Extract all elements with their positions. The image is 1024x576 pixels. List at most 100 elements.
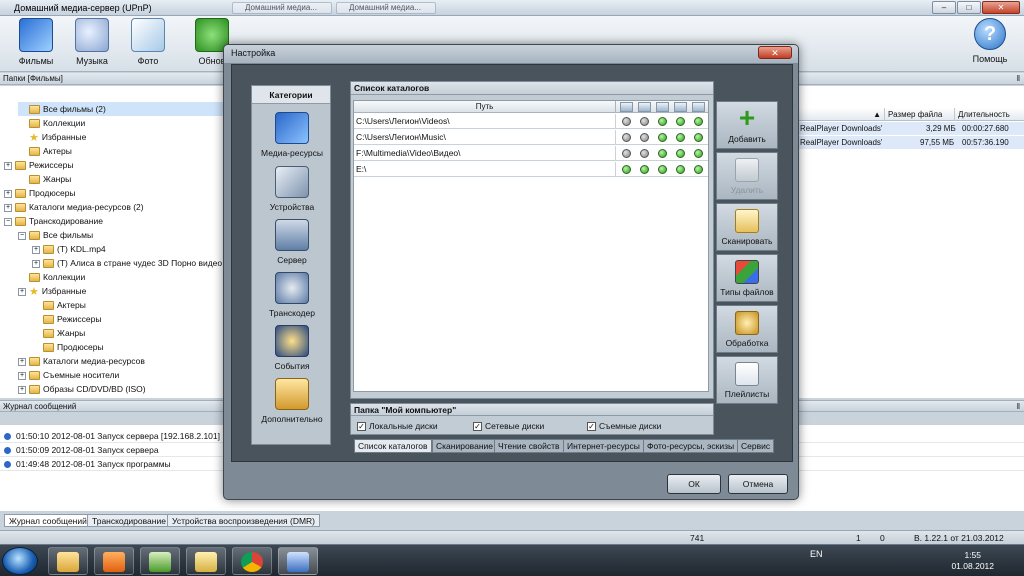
status-dot-icon[interactable] xyxy=(640,117,649,126)
status-dot-icon[interactable] xyxy=(640,165,649,174)
clock[interactable]: 1:55 01.08.2012 xyxy=(951,550,994,572)
tab-photo-resources[interactable]: Фото-ресурсы, эскизы xyxy=(643,439,739,453)
close-button[interactable]: ✕ xyxy=(982,1,1020,14)
tree-item[interactable]: Продюсеры xyxy=(32,340,233,354)
pin-icon[interactable]: ‖ xyxy=(1017,401,1020,412)
category-transcoder[interactable]: Транскодер xyxy=(252,272,332,318)
status-dot-icon[interactable] xyxy=(640,133,649,142)
file-list[interactable]: ▲ Размер файла Длительность RealPlayer D… xyxy=(796,86,1024,398)
expand-icon[interactable]: + xyxy=(4,161,12,170)
category-events[interactable]: События xyxy=(252,325,332,371)
tree-item[interactable]: − Транскодирование xyxy=(4,214,233,228)
category-media[interactable]: Медиа-ресурсы xyxy=(252,112,332,158)
tree-item[interactable]: + (T) Алиса в стране чудес 3D Порно видео… xyxy=(32,256,233,270)
status-dot-icon[interactable] xyxy=(658,165,667,174)
tab-scanning[interactable]: Сканирование xyxy=(432,439,497,453)
taskbar-chrome[interactable] xyxy=(232,547,272,575)
folder-tree[interactable]: Все фильмы (2) Коллекции ★ Избранные Актеры +… xyxy=(0,86,234,398)
scan-button[interactable]: Сканировать xyxy=(716,203,778,251)
expand-icon[interactable]: + xyxy=(18,287,26,296)
tree-item[interactable]: + Образы CD/DVD/BD (ISO) xyxy=(18,382,233,396)
category-advanced[interactable]: Дополнительно xyxy=(252,378,332,424)
expand-icon[interactable]: + xyxy=(4,189,12,198)
start-button[interactable] xyxy=(2,547,38,575)
expand-icon[interactable]: + xyxy=(18,385,26,394)
flag-col-icon[interactable] xyxy=(674,102,687,112)
list-row[interactable]: RealPlayer Downloads' 97,55 МБ 00:57:36.… xyxy=(796,136,1024,149)
status-dot-icon[interactable] xyxy=(658,149,667,158)
taskbar-explorer[interactable] xyxy=(48,547,88,575)
catalog-table[interactable]: Путь C:\Users\Легион\Videos\ C:\Users\Лег… xyxy=(353,100,709,392)
expand-icon[interactable]: + xyxy=(18,357,26,366)
add-button[interactable]: + Добавить xyxy=(716,101,778,149)
status-dot-icon[interactable] xyxy=(676,165,685,174)
tree-item[interactable]: Актеры xyxy=(18,144,233,158)
collapse-icon[interactable]: − xyxy=(4,217,12,226)
tree-item[interactable]: − Все фильмы xyxy=(18,228,233,242)
tab-journal[interactable]: Журнал сообщений xyxy=(4,514,92,527)
tree-item[interactable]: Актеры xyxy=(32,298,233,312)
status-dot-icon[interactable] xyxy=(694,117,703,126)
help-button[interactable]: ? Помощь xyxy=(962,18,1018,64)
taskbar-folder[interactable] xyxy=(186,547,226,575)
delete-button[interactable]: Удалить xyxy=(716,152,778,200)
file-types-button[interactable]: Типы файлов xyxy=(716,254,778,302)
collapse-icon[interactable]: − xyxy=(18,231,26,240)
status-dot-icon[interactable] xyxy=(694,133,703,142)
ok-button[interactable]: ОК xyxy=(667,474,721,494)
flag-col-icon[interactable] xyxy=(638,102,651,112)
tab-service[interactable]: Сервис xyxy=(737,439,775,453)
maximize-button[interactable]: □ xyxy=(957,1,981,14)
tree-item[interactable]: + (T) KDL.mp4 xyxy=(32,242,233,256)
photo-button[interactable]: Фото xyxy=(120,18,176,66)
music-button[interactable]: Музыка xyxy=(64,18,120,66)
expand-icon[interactable]: + xyxy=(32,259,40,268)
path-column-header[interactable]: Путь xyxy=(354,101,616,113)
status-dot-icon[interactable] xyxy=(622,165,631,174)
minimize-button[interactable]: – xyxy=(932,1,956,14)
catalog-row[interactable]: E:\ xyxy=(354,162,708,177)
status-dot-icon[interactable] xyxy=(676,133,685,142)
removable-disks-checkbox[interactable]: ✓ Съемные диски xyxy=(587,421,661,432)
tab-catalog-list[interactable]: Список каталогов xyxy=(354,439,432,453)
playlists-button[interactable]: Плейлисты xyxy=(716,356,778,404)
dialog-close-button[interactable]: ✕ xyxy=(758,46,792,59)
status-dot-icon[interactable] xyxy=(658,133,667,142)
catalog-row[interactable]: C:\Users\Легион\Music\ xyxy=(354,130,708,145)
status-dot-icon[interactable] xyxy=(640,149,649,158)
column-duration[interactable]: Длительность xyxy=(954,108,1024,121)
category-devices[interactable]: Устройства xyxy=(252,166,332,212)
pin-icon[interactable]: ‖ xyxy=(1017,73,1020,84)
taskbar-media[interactable] xyxy=(94,547,134,575)
tree-item[interactable]: + Продюсеры xyxy=(4,186,233,200)
films-button[interactable]: Фильмы xyxy=(8,18,64,66)
taskbar-media-server[interactable] xyxy=(278,547,318,575)
tab-read-properties[interactable]: Чтение свойств xyxy=(494,439,564,453)
status-dot-icon[interactable] xyxy=(676,117,685,126)
tree-item[interactable]: Коллекции xyxy=(18,116,233,130)
expand-icon[interactable]: + xyxy=(4,203,12,212)
catalog-row[interactable]: C:\Users\Легион\Videos\ xyxy=(354,114,708,129)
tree-item[interactable]: Коллекции xyxy=(18,270,233,284)
expand-icon[interactable]: + xyxy=(32,245,40,254)
language-indicator[interactable]: EN xyxy=(810,549,823,559)
tree-item[interactable]: + ★ Избранные xyxy=(18,284,233,298)
status-dot-icon[interactable] xyxy=(658,117,667,126)
taskbar-app[interactable] xyxy=(140,547,180,575)
network-disks-checkbox[interactable]: ✓ Сетевые диски xyxy=(473,421,544,432)
status-dot-icon[interactable] xyxy=(622,117,631,126)
category-server[interactable]: Сервер xyxy=(252,219,332,265)
status-dot-icon[interactable] xyxy=(694,149,703,158)
tree-item[interactable]: ★ Избранные xyxy=(18,130,233,144)
status-dot-icon[interactable] xyxy=(676,149,685,158)
tree-item[interactable]: Все фильмы (2) xyxy=(18,102,233,116)
status-dot-icon[interactable] xyxy=(622,149,631,158)
flag-col-icon[interactable] xyxy=(692,102,705,112)
tree-item[interactable]: Жанры xyxy=(32,326,233,340)
status-dot-icon[interactable] xyxy=(622,133,631,142)
processing-button[interactable]: Обработка xyxy=(716,305,778,353)
tree-item[interactable]: + Режиссеры xyxy=(4,158,233,172)
column-size[interactable]: Размер файла xyxy=(884,108,954,121)
tree-item[interactable]: + Каталоги медиа-ресурсов xyxy=(18,354,233,368)
sort-arrow-icon[interactable]: ▲ xyxy=(796,108,884,121)
